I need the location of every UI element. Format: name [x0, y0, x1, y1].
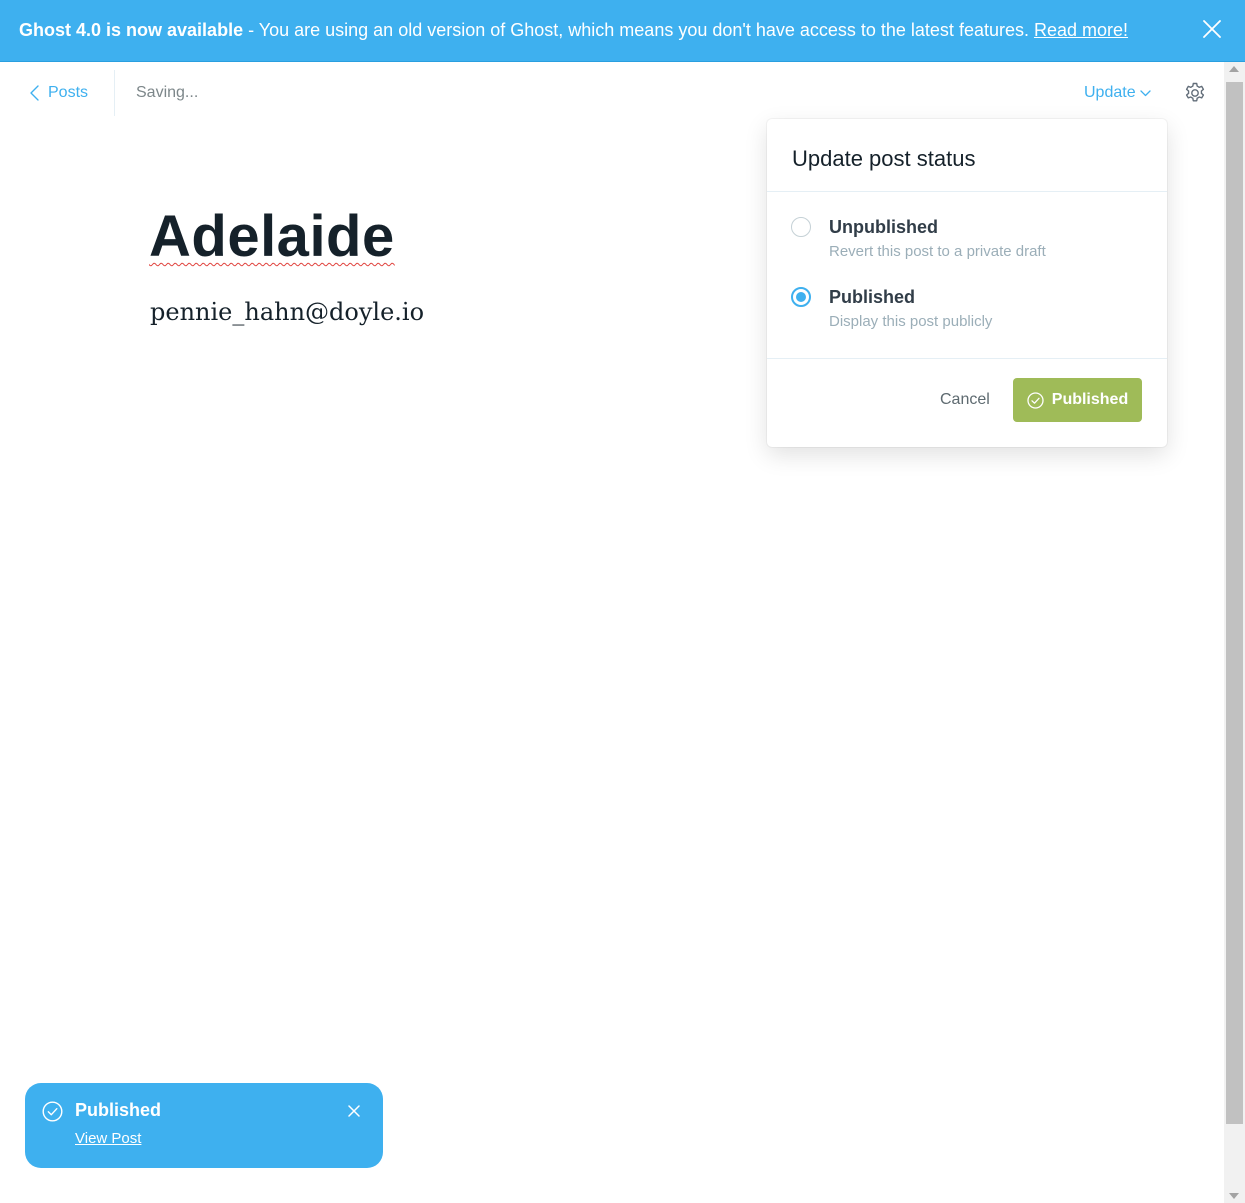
chevron-left-icon — [30, 85, 39, 101]
update-status-popover: Update post status Unpublished Revert th… — [767, 119, 1167, 447]
popover-divider — [767, 191, 1167, 192]
view-post-link[interactable]: View Post — [75, 1130, 141, 1147]
close-icon[interactable] — [1203, 20, 1223, 40]
scroll-down-arrow[interactable] — [1229, 1193, 1239, 1199]
banner-message: Ghost 4.0 is now available - You are usi… — [19, 20, 1128, 41]
chevron-down-icon — [1139, 89, 1151, 96]
gear-icon[interactable] — [1183, 81, 1207, 105]
check-circle-icon — [42, 1101, 63, 1122]
header-divider — [114, 70, 115, 116]
publish-button[interactable]: Published — [1013, 378, 1142, 422]
banner-bold-text: Ghost 4.0 is now available — [19, 20, 244, 40]
scrollbar[interactable] — [1224, 62, 1245, 1203]
banner-text: - You are using an old version of Ghost,… — [243, 20, 1034, 40]
option-label: Published — [829, 287, 916, 307]
back-to-posts-link[interactable]: Posts — [30, 80, 88, 106]
post-body[interactable]: pennie_hahn@doyle.io — [150, 298, 424, 326]
back-label: Posts — [48, 84, 89, 101]
popover-title: Update post status — [792, 146, 976, 171]
published-radio[interactable] — [791, 287, 811, 307]
update-banner: Ghost 4.0 is now available - You are usi… — [0, 0, 1245, 62]
option-description: Display this post publicly — [829, 313, 993, 330]
option-description: Revert this post to a private draft — [829, 243, 1046, 260]
save-status: Saving... — [136, 84, 199, 101]
published-notification: Published View Post — [25, 1083, 383, 1168]
publish-button-label: Published — [1051, 391, 1129, 408]
option-label: Unpublished — [829, 217, 938, 237]
cancel-button[interactable]: Cancel — [940, 391, 990, 409]
popover-divider — [767, 358, 1167, 359]
read-more-link[interactable]: Read more! — [1034, 20, 1128, 40]
update-dropdown-button[interactable]: Update — [1084, 84, 1151, 102]
scroll-up-arrow[interactable] — [1229, 66, 1239, 72]
post-title[interactable]: Adelaide — [149, 203, 395, 270]
close-icon[interactable] — [348, 1105, 360, 1117]
scrollbar-thumb[interactable] — [1226, 82, 1243, 1124]
notification-title: Published — [75, 1100, 162, 1120]
check-circle-icon — [1027, 391, 1044, 409]
unpublished-radio[interactable] — [791, 217, 811, 237]
update-label: Update — [1084, 84, 1136, 101]
